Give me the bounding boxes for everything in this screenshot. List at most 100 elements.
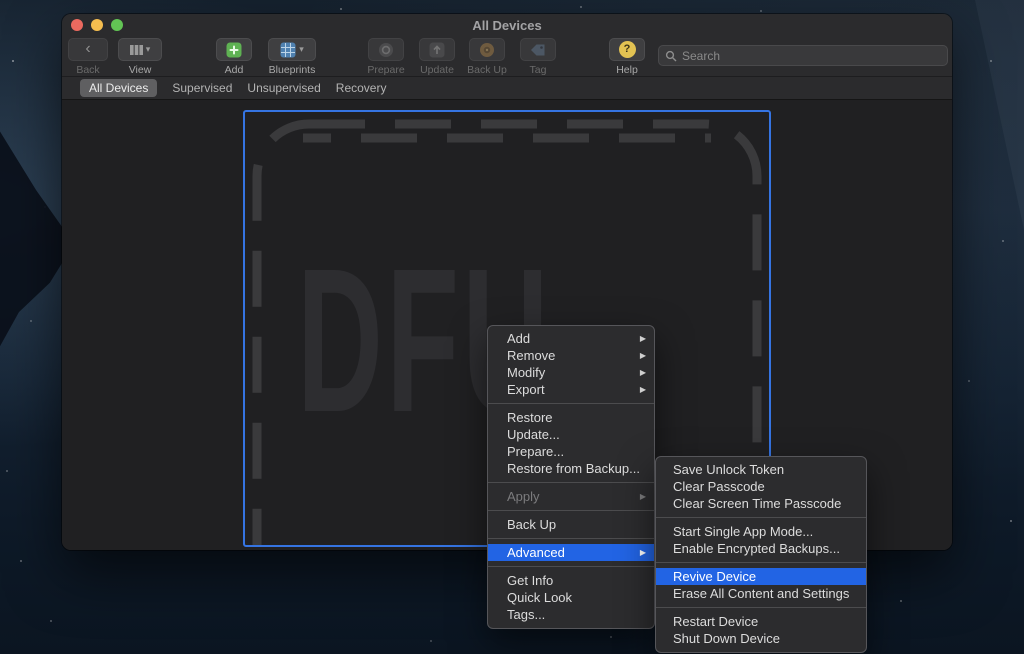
menu-item-label: Clear Screen Time Passcode bbox=[673, 496, 858, 511]
menu-item-start-single-app-mode[interactable]: Start Single App Mode... bbox=[656, 523, 866, 540]
menu-item-label: Restart Device bbox=[673, 614, 858, 629]
tag-button[interactable] bbox=[520, 38, 556, 61]
menu-separator bbox=[656, 607, 866, 608]
minimize-button[interactable] bbox=[91, 19, 103, 31]
context-menu: Add ▶ Remove▶Modify ▶ Export ▶ Restore Update..… bbox=[487, 325, 655, 629]
menu-item-enable-encrypted-backups[interactable]: Enable Encrypted Backups... bbox=[656, 540, 866, 557]
tab-all-devices[interactable]: All Devices bbox=[80, 79, 157, 97]
back-up-icon bbox=[479, 42, 495, 58]
menu-item-get-info[interactable]: Get Info bbox=[488, 572, 654, 589]
menu-item-label: Erase All Content and Settings bbox=[673, 586, 858, 601]
menu-item-label: Quick Look bbox=[507, 590, 646, 605]
menu-item-restore[interactable]: Restore bbox=[488, 409, 654, 426]
prepare-icon bbox=[378, 42, 394, 58]
back-button[interactable]: ‹ bbox=[68, 38, 108, 61]
scope-bar: All Devices Supervised Unsupervised Reco… bbox=[62, 77, 952, 100]
update-icon bbox=[429, 42, 445, 58]
menu-item-label: Revive Device bbox=[673, 569, 858, 584]
menu-item-restore-from-backup[interactable]: Restore from Backup... bbox=[488, 460, 654, 477]
menu-item-prepare[interactable]: Prepare... bbox=[488, 443, 654, 460]
tab-supervised[interactable]: Supervised bbox=[172, 81, 232, 95]
cliff-silhouette bbox=[954, 0, 1024, 230]
search-field[interactable] bbox=[658, 45, 948, 66]
toolbar-update: Update bbox=[413, 38, 461, 76]
menu-item-apply: Apply▶ bbox=[488, 488, 654, 505]
menu-item-tags[interactable]: Tags... bbox=[488, 606, 654, 623]
prepare-button[interactable] bbox=[368, 38, 404, 61]
tab-unsupervised[interactable]: Unsupervised bbox=[247, 81, 320, 95]
menu-item-label: Start Single App Mode... bbox=[673, 524, 858, 539]
menu-item-back-up[interactable]: Back Up bbox=[488, 516, 654, 533]
view-button[interactable]: ▾ bbox=[118, 38, 162, 61]
menu-separator bbox=[488, 482, 654, 483]
add-label: Add bbox=[208, 64, 260, 76]
menu-item-modify[interactable]: Modify ▶ bbox=[488, 364, 654, 381]
zoom-button[interactable] bbox=[111, 19, 123, 31]
add-button[interactable] bbox=[216, 38, 252, 61]
help-label: Help bbox=[602, 64, 652, 76]
menu-item-add[interactable]: Add ▶ bbox=[488, 330, 654, 347]
chevron-down-icon: ▾ bbox=[146, 45, 151, 54]
back-up-button[interactable] bbox=[469, 38, 505, 61]
menu-item-advanced[interactable]: Advanced▶ bbox=[488, 544, 654, 561]
menu-item-update[interactable]: Update... bbox=[488, 426, 654, 443]
prepare-label: Prepare bbox=[362, 64, 410, 76]
tag-icon bbox=[530, 42, 546, 58]
traffic-lights bbox=[71, 19, 123, 31]
menu-item-label: Advanced bbox=[507, 545, 632, 560]
toolbar: ‹ Back ▾ View A bbox=[62, 36, 952, 77]
advanced-submenu: Save Unlock Token Clear Passcode Clear Scr… bbox=[655, 456, 867, 653]
chevron-down-icon: ▾ bbox=[299, 45, 304, 54]
menu-item-shut-down-device[interactable]: Shut Down Device bbox=[656, 630, 866, 647]
menu-separator bbox=[488, 566, 654, 567]
submenu-arrow-icon: ▶ bbox=[640, 334, 646, 343]
menu-separator bbox=[656, 562, 866, 563]
add-icon bbox=[226, 42, 242, 58]
menu-item-export[interactable]: Export ▶ bbox=[488, 381, 654, 398]
menu-item-label: Add bbox=[507, 331, 632, 346]
search-input[interactable] bbox=[682, 49, 941, 63]
menu-item-label: Get Info bbox=[507, 573, 646, 588]
menu-item-erase-all-content-and-settings[interactable]: Erase All Content and Settings bbox=[656, 585, 866, 602]
toolbar-back-up: Back Up bbox=[459, 38, 515, 76]
toolbar-blueprints: ▾ Blueprints bbox=[258, 38, 326, 76]
search-icon bbox=[665, 50, 677, 62]
submenu-arrow-icon: ▶ bbox=[640, 492, 646, 501]
tab-recovery[interactable]: Recovery bbox=[336, 81, 387, 95]
menu-item-clear-passcode[interactable]: Clear Passcode bbox=[656, 478, 866, 495]
toolbar-add: Add bbox=[208, 38, 260, 76]
help-icon: ? bbox=[619, 41, 636, 58]
update-button[interactable] bbox=[419, 38, 455, 61]
submenu-arrow-icon: ▶ bbox=[640, 385, 646, 394]
tag-label: Tag bbox=[514, 64, 562, 76]
window-titlebar[interactable]: All Devices bbox=[62, 14, 952, 36]
back-label: Back bbox=[66, 64, 110, 76]
menu-item-label: Back Up bbox=[507, 517, 646, 532]
menu-item-label: Restore from Backup... bbox=[507, 461, 646, 476]
help-button[interactable]: ? bbox=[609, 38, 645, 61]
menu-item-label: Shut Down Device bbox=[673, 631, 858, 646]
menu-item-restart-device[interactable]: Restart Device bbox=[656, 613, 866, 630]
menu-item-label: Export bbox=[507, 382, 632, 397]
menu-item-remove[interactable]: Remove▶ bbox=[488, 347, 654, 364]
menu-item-label: Clear Passcode bbox=[673, 479, 858, 494]
menu-separator bbox=[488, 538, 654, 539]
menu-item-quick-look[interactable]: Quick Look bbox=[488, 589, 654, 606]
toolbar-back: ‹ Back bbox=[66, 38, 110, 76]
menu-separator bbox=[488, 510, 654, 511]
menu-item-label: Prepare... bbox=[507, 444, 646, 459]
stars bbox=[0, 0, 2, 2]
menu-item-label: Update... bbox=[507, 427, 646, 442]
menu-item-label: Save Unlock Token bbox=[673, 462, 858, 477]
toolbar-view: ▾ View bbox=[116, 38, 164, 76]
menu-item-clear-screen-time-passcode[interactable]: Clear Screen Time Passcode bbox=[656, 495, 866, 512]
close-button[interactable] bbox=[71, 19, 83, 31]
menu-item-label: Restore bbox=[507, 410, 646, 425]
menu-item-revive-device[interactable]: Revive Device bbox=[656, 568, 866, 585]
blueprints-button[interactable]: ▾ bbox=[268, 38, 316, 61]
menu-item-save-unlock-token[interactable]: Save Unlock Token bbox=[656, 461, 866, 478]
submenu-arrow-icon: ▶ bbox=[640, 368, 646, 377]
toolbar-help: ? Help bbox=[602, 38, 652, 76]
toolbar-tag: Tag bbox=[514, 38, 562, 76]
menu-item-label: Modify bbox=[507, 365, 632, 380]
